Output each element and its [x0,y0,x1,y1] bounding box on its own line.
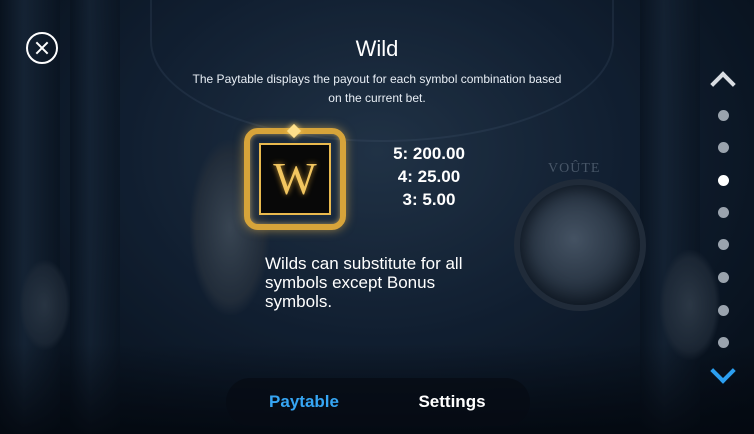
page-dot[interactable] [718,239,729,250]
page-dot[interactable] [718,207,729,218]
page-dot-active[interactable] [718,175,729,186]
paytable-description: The Paytable displays the payout for eac… [192,72,562,105]
background-scene: VOÛTE [0,0,754,434]
wild-symbol-icon: W [244,123,346,230]
wild-description: Wilds can substitute for all symbols exc… [265,254,463,311]
symbol-letter: W [273,153,317,204]
payout-list: 5: 200.00 4: 25.00 3: 5.00 [380,142,478,211]
page-dot[interactable] [718,142,729,153]
dim-overlay [0,0,754,434]
page-dot[interactable] [718,110,729,121]
tab-paytable[interactable]: Paytable [248,378,360,426]
tab-settings[interactable]: Settings [394,378,510,426]
page-dot[interactable] [718,337,729,348]
page-title: Wild [355,36,399,61]
bottom-tab-bar: Paytable Settings [226,378,530,426]
payout-5: 5: 200.00 [393,144,465,163]
page-dot[interactable] [718,305,729,316]
payout-4: 4: 25.00 [397,167,461,186]
chevron-down-icon[interactable] [707,362,739,390]
payout-3: 3: 5.00 [402,190,456,209]
page-dot[interactable] [718,272,729,283]
chevron-up-icon[interactable] [707,66,739,94]
